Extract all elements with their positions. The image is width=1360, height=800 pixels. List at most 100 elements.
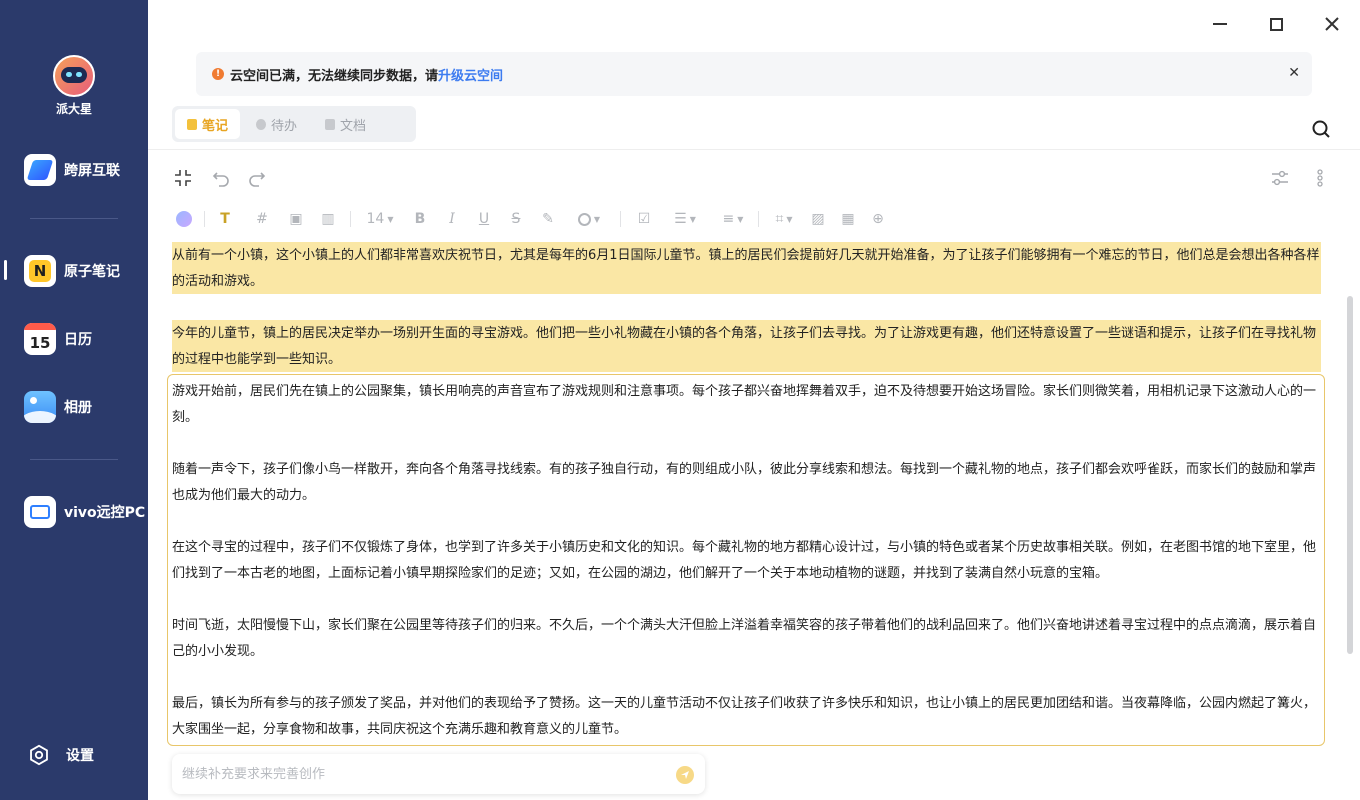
color-circle-icon (577, 212, 591, 226)
paragraph[interactable]: 随着一声令下，孩子们像小鸟一样散开，奔向各个角落寻找线索。有的孩子独自行动，有的… (172, 457, 1322, 509)
checkbox-icon[interactable]: ☑ (634, 208, 654, 230)
user-name: 派大星 (55, 102, 92, 116)
sidebar-item-label: 日历 (64, 332, 92, 348)
chevron-down-icon: ▼ (387, 214, 394, 224)
tab-todo[interactable]: 待办 (244, 109, 309, 139)
text-style-icon[interactable]: T (214, 208, 236, 230)
adjust-settings-icon[interactable] (1269, 167, 1291, 189)
table-icon[interactable]: ▦ (838, 208, 858, 230)
bold-icon[interactable]: B (410, 208, 430, 230)
tab-label: 待办 (271, 118, 298, 134)
sidebar: 派大星 跨屏互联 N 原子笔记 15 日历 相册 vivo远控PC 设置 (0, 0, 148, 800)
text-color-select[interactable]: ▼ (570, 208, 608, 230)
sidebar-item-label: 相册 (64, 400, 92, 416)
minimize-icon (1213, 23, 1227, 25)
paragraph[interactable]: 最后，镇长为所有参与的孩子颁发了奖品，并对他们的表现给予了赞扬。这一天的儿童节活… (172, 691, 1322, 743)
avatar[interactable] (53, 55, 95, 97)
tab-notes[interactable]: 笔记 (175, 109, 241, 139)
toolbar-separator (758, 211, 759, 227)
avatar-eye (66, 72, 72, 77)
chevron-down-icon: ▼ (593, 214, 601, 224)
chevron-down-icon: ▼ (786, 214, 793, 224)
template-icon[interactable]: ▣ (286, 208, 306, 230)
tab-label: 文档 (340, 118, 367, 134)
paragraph[interactable]: 在这个寻宝的过程中，孩子们不仅锻炼了身体，也学到了许多关于小镇历史和文化的知识。… (172, 535, 1322, 587)
underline-icon[interactable]: U (474, 208, 494, 230)
strikethrough-icon[interactable]: S (506, 208, 526, 230)
sidebar-item-cross-screen[interactable]: 跨屏互联 (24, 154, 120, 186)
sidebar-item-notes[interactable]: N 原子笔记 (24, 255, 120, 287)
continue-prompt-input[interactable] (180, 764, 660, 784)
scrollbar-thumb[interactable] (1347, 296, 1353, 654)
image-icon[interactable]: ▨ (808, 208, 828, 230)
doc-icon (325, 118, 336, 130)
storage-full-banner: ! 云空间已满，无法继续同步数据，请 升级云空间 ✕ (196, 52, 1312, 96)
search-icon[interactable] (1310, 118, 1332, 140)
banner-close-icon[interactable]: ✕ (1288, 65, 1300, 81)
more-options-icon[interactable] (1309, 167, 1331, 189)
sidebar-item-label: 跨屏互联 (64, 163, 120, 179)
banner-text: 云空间已满，无法继续同步数据，请 (230, 68, 439, 84)
toolbar-separator (350, 211, 351, 227)
paragraph[interactable]: 今年的儿童节，镇上的居民决定举办一场别开生面的寻宝游戏。他们把一些小礼物藏在小镇… (172, 321, 1322, 373)
maximize-button[interactable] (1264, 12, 1288, 36)
crop-icon: ⌗ (775, 211, 784, 227)
font-size-value: 14 (366, 211, 385, 227)
album-icon (24, 391, 56, 423)
remote-pc-icon (24, 496, 56, 528)
notes-app-icon: N (24, 255, 56, 287)
chevron-down-icon: ▼ (737, 214, 744, 224)
settings-label: 设置 (66, 748, 94, 764)
layout-icon[interactable]: ▥ (318, 208, 338, 230)
note-icon (187, 118, 197, 130)
sidebar-divider (30, 459, 118, 460)
settings-button[interactable]: 设置 (26, 739, 94, 771)
crop-select[interactable]: ⌗ ▼ (766, 208, 802, 230)
calendar-icon: 15 (24, 323, 56, 355)
maximize-icon (1269, 17, 1283, 31)
toolbar-separator (620, 211, 621, 227)
chevron-down-icon: ▼ (689, 214, 696, 224)
cross-screen-icon (24, 154, 56, 186)
toolbar-separator (204, 211, 205, 227)
sidebar-item-label: 原子笔记 (64, 264, 120, 280)
sidebar-item-album[interactable]: 相册 (24, 391, 92, 423)
active-indicator (4, 260, 7, 280)
paragraph[interactable]: 从前有一个小镇，这个小镇上的人们都非常喜欢庆祝节日，尤其是每年的6月1日国际儿童… (172, 243, 1322, 295)
paragraph[interactable]: 游戏开始前，居民们先在镇上的公园聚集，镇长用响亮的声音宣布了游戏规则和注意事项。… (172, 379, 1322, 431)
heading-icon[interactable]: # (252, 208, 272, 230)
collapse-icon[interactable] (172, 167, 194, 189)
avatar-face (61, 67, 87, 83)
note-type-tabs: 笔记 待办 文档 (172, 106, 416, 142)
align-select[interactable]: ≡ ▼ (714, 208, 752, 230)
send-button[interactable] (676, 766, 694, 784)
add-icon[interactable]: ⊕ (868, 208, 888, 230)
italic-icon[interactable]: I (442, 208, 462, 230)
header-divider (148, 149, 1360, 150)
tab-label: 笔记 (202, 118, 229, 134)
info-icon: ! (212, 68, 224, 80)
close-button[interactable] (1320, 12, 1344, 36)
todo-icon (256, 118, 267, 130)
continue-prompt-box (172, 754, 705, 794)
send-arrow-icon (681, 771, 689, 779)
redo-icon[interactable] (246, 167, 268, 189)
minimize-button[interactable] (1208, 12, 1232, 36)
tab-docs[interactable]: 文档 (313, 109, 378, 139)
align-icon: ≡ (722, 211, 735, 227)
calendar-day: 15 (29, 333, 51, 352)
avatar-eye (76, 72, 82, 77)
sidebar-item-remote-pc[interactable]: vivo远控PC (24, 496, 145, 528)
sidebar-divider (30, 218, 118, 219)
ai-assistant-icon[interactable] (174, 208, 194, 230)
font-size-select[interactable]: 14 ▼ (362, 208, 398, 230)
sidebar-item-calendar[interactable]: 15 日历 (24, 323, 92, 355)
list-select[interactable]: ☰ ▼ (666, 208, 704, 230)
sidebar-item-label: vivo远控PC (64, 505, 146, 521)
highlighter-icon[interactable]: ✎ (538, 208, 558, 230)
close-icon (1325, 17, 1339, 31)
upgrade-cloud-link[interactable]: 升级云空间 (438, 65, 503, 84)
gear-icon (26, 742, 52, 768)
undo-icon[interactable] (210, 167, 232, 189)
paragraph[interactable]: 时间飞逝，太阳慢慢下山，家长们聚在公园里等待孩子们的归来。不久后，一个个满头大汗… (172, 613, 1322, 665)
